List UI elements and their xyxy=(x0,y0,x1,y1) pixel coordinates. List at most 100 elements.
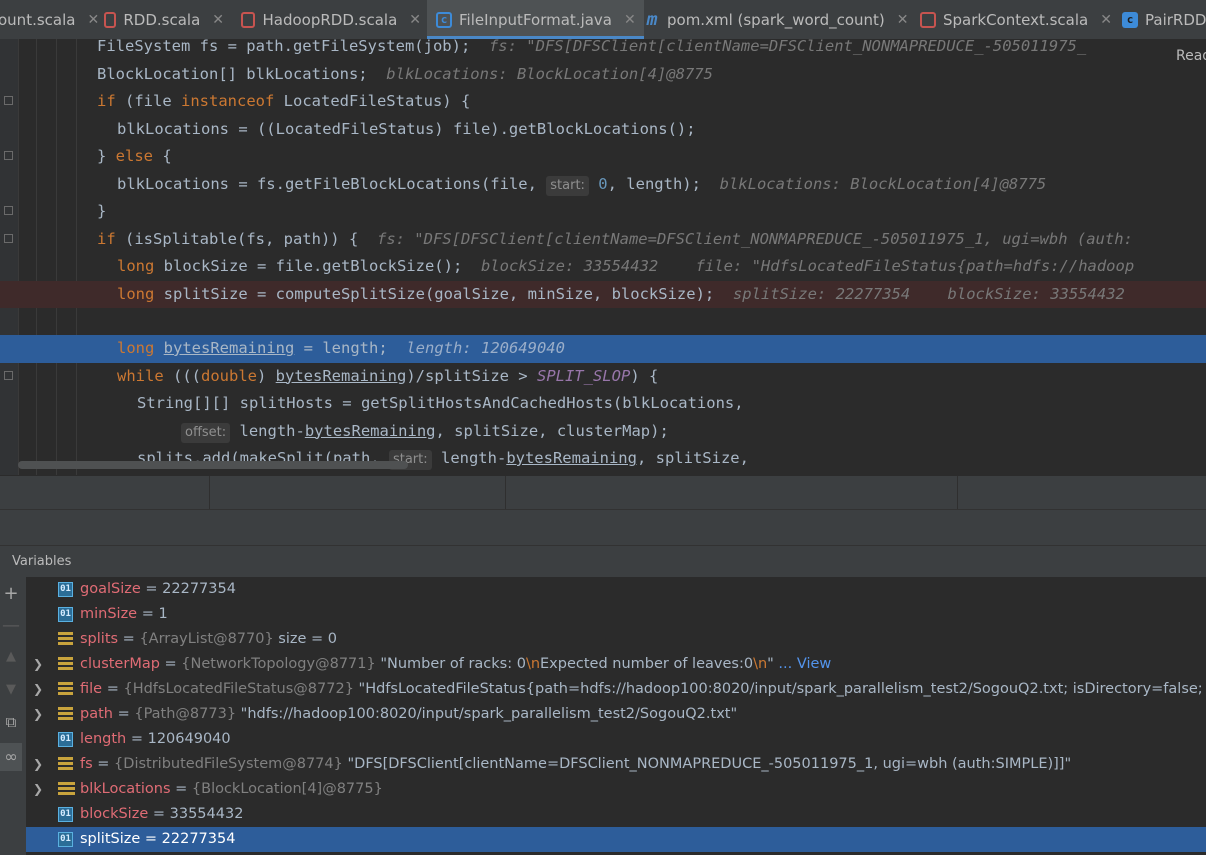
code-text: (isSplitable(fs, path)) { xyxy=(115,229,359,248)
variable-row[interactable]: ❯ fs = {DistributedFileSystem@8774} "DFS… xyxy=(26,752,1206,777)
code-line: BlockLocation[] blkLocations; blkLocatio… xyxy=(0,61,1206,89)
reader-mode-link[interactable]: Read xyxy=(1176,48,1206,64)
code-text: ) xyxy=(257,366,276,385)
expand-arrow-icon[interactable]: ❯ xyxy=(33,752,43,777)
view-link[interactable]: ... View xyxy=(774,656,831,672)
glasses-icon[interactable]: ∞ xyxy=(0,743,22,771)
variable-name: splits xyxy=(80,631,119,647)
expand-arrow-icon[interactable]: ❯ xyxy=(33,652,43,677)
variable-name: file xyxy=(80,681,103,697)
variable-row[interactable]: ❯ clusterMap = {NetworkTopology@8771} "N… xyxy=(26,652,1206,677)
expand-arrow-icon[interactable]: ❯ xyxy=(33,777,43,802)
variable-value: 22277354 xyxy=(162,581,236,597)
variable-value: 120649040 xyxy=(147,731,231,747)
expand-arrow-icon[interactable]: ❯ xyxy=(33,702,43,727)
tab-hadooprdd-scala[interactable]: HadoopRDD.scala ✕ xyxy=(241,0,421,39)
keyword: else xyxy=(115,147,153,165)
variable-value: "Number of racks: 0 xyxy=(375,656,526,672)
copy-icon[interactable]: ⧉ xyxy=(0,713,22,731)
parameter-hint: start: xyxy=(546,175,589,196)
array-icon xyxy=(58,782,75,797)
variable-value: 33554432 xyxy=(169,806,244,822)
variable-row[interactable]: 01 minSize = 1 xyxy=(26,602,1206,627)
variable-value: 1 xyxy=(158,606,168,622)
close-icon[interactable]: ✕ xyxy=(1100,12,1112,28)
debug-toolbar xyxy=(0,475,1206,510)
variable-row[interactable]: ❯ file = {HdfsLocatedFileStatus@8772} "H… xyxy=(26,677,1206,702)
tab-label: RDD.scala xyxy=(123,10,201,29)
primitive-icon: 01 xyxy=(58,582,73,597)
variable-row[interactable]: ❯ path = {Path@8773} "hdfs://hadoop100:8… xyxy=(26,702,1206,727)
code-text: (file xyxy=(115,92,181,110)
tab-fileinputformat-java[interactable]: c FileInputFormat.java ✕ xyxy=(427,0,644,39)
toolbar-divider xyxy=(957,476,958,510)
tab-sparkcontext-scala[interactable]: SparkContext.scala ✕ xyxy=(920,0,1115,39)
variable-row[interactable]: 01 length = 120649040 xyxy=(26,727,1206,752)
code-line: if (isSplitable(fs, path)) { fs: "DFS[DF… xyxy=(0,226,1206,254)
close-icon[interactable]: ✕ xyxy=(212,12,224,28)
tab-pom-xml[interactable]: m pom.xml (spark_word_count) ✕ xyxy=(644,0,910,39)
object-reference: {DistributedFileSystem@8774} xyxy=(114,756,343,772)
primitive-icon: 01 xyxy=(58,807,73,822)
object-icon xyxy=(58,632,73,647)
variable-row[interactable]: ❯ blkLocations = {BlockLocation[4]@8775} xyxy=(26,777,1206,802)
close-icon[interactable]: ✕ xyxy=(87,12,99,28)
object-reference: {BlockLocation[4]@8775} xyxy=(191,781,383,797)
up-icon[interactable]: ▲ xyxy=(0,649,22,664)
variable-value: "HdfsLocatedFileStatus{path=hdfs://hadoo… xyxy=(353,681,1206,697)
variable-row-selected[interactable]: 01 splitSize = 22277354 xyxy=(26,827,1206,852)
code-text: , splitSize, clusterMap); xyxy=(435,421,669,440)
close-icon[interactable]: ✕ xyxy=(624,12,636,28)
inline-debug-value: length: 120649040 xyxy=(406,339,565,357)
equals-sign: = xyxy=(92,756,115,772)
java-class-icon: c xyxy=(436,11,452,28)
code-line: blkLocations = fs.getFileBlockLocations(… xyxy=(0,171,1206,199)
tab-label: SparkContext.scala xyxy=(943,10,1089,29)
object-reference: {HdfsLocatedFileStatus@8772} xyxy=(123,681,354,697)
editor-tab-bar: ount.scala ✕ RDD.scala ✕ HadoopRDD.scala… xyxy=(0,0,1206,40)
code-editor[interactable]: FileSystem fs = path.getFileSystem(job);… xyxy=(0,39,1206,475)
down-icon[interactable]: ▼ xyxy=(0,682,22,697)
keyword: long xyxy=(117,284,155,303)
close-icon[interactable]: ✕ xyxy=(409,12,421,28)
code-text: FileSystem fs = path.getFileSystem(job); xyxy=(97,39,471,55)
keyword: double xyxy=(201,366,257,385)
scala-file-icon xyxy=(241,11,256,28)
escape-sequence: \n xyxy=(753,656,768,672)
variable-row[interactable]: 01 blockSize = 33554432 xyxy=(26,802,1206,827)
close-icon[interactable]: ✕ xyxy=(897,12,909,28)
variable-value: " xyxy=(767,656,774,672)
toolbar-divider xyxy=(505,476,506,510)
code-line: FileSystem fs = path.getFileSystem(job);… xyxy=(0,39,1206,61)
inline-debug-value: splitSize: 22277354 blockSize: 33554432 xyxy=(732,284,1125,303)
equals-sign: = xyxy=(140,831,162,847)
code-text: } xyxy=(97,202,107,220)
tab-wordcount-scala[interactable]: ount.scala ✕ xyxy=(0,0,99,39)
add-watch-icon[interactable]: + xyxy=(0,583,22,604)
tab-pairrdd[interactable]: c PairRDD xyxy=(1122,0,1206,39)
inline-debug-value: blkLocations: BlockLocation[4]@8775 xyxy=(719,174,1047,193)
toolbar-divider xyxy=(209,476,210,510)
parameter-hint: offset: xyxy=(181,422,231,443)
variable-name: clusterMap xyxy=(80,656,160,672)
equals-sign: = xyxy=(118,631,140,647)
primitive-icon: 01 xyxy=(58,832,73,847)
code-text: , length); xyxy=(607,174,701,193)
variable-row[interactable]: 01 goalSize = 22277354 xyxy=(26,577,1206,602)
variable-name: goalSize xyxy=(80,581,141,597)
panel-title: Variables xyxy=(12,554,72,569)
keyword: long xyxy=(117,339,155,357)
equals-sign: = xyxy=(112,706,135,722)
remove-icon[interactable]: — xyxy=(0,615,22,636)
reassigned-variable: bytesRemaining xyxy=(506,449,637,467)
object-icon xyxy=(58,682,73,697)
object-reference: {Path@8773} xyxy=(134,706,237,722)
expand-arrow-icon[interactable]: ❯ xyxy=(33,677,43,702)
variable-row[interactable]: splits = {ArrayList@8770} size = 0 xyxy=(26,627,1206,652)
horizontal-scrollbar[interactable] xyxy=(18,461,408,469)
tab-label: ount.scala xyxy=(0,10,76,29)
variable-value: "hdfs://hadoop100:8020/input/spark_paral… xyxy=(236,706,738,722)
inline-debug-value: blockSize: 33554432 file: "HdfsLocatedFi… xyxy=(480,257,1135,275)
tab-rdd-scala[interactable]: RDD.scala ✕ xyxy=(104,0,224,39)
